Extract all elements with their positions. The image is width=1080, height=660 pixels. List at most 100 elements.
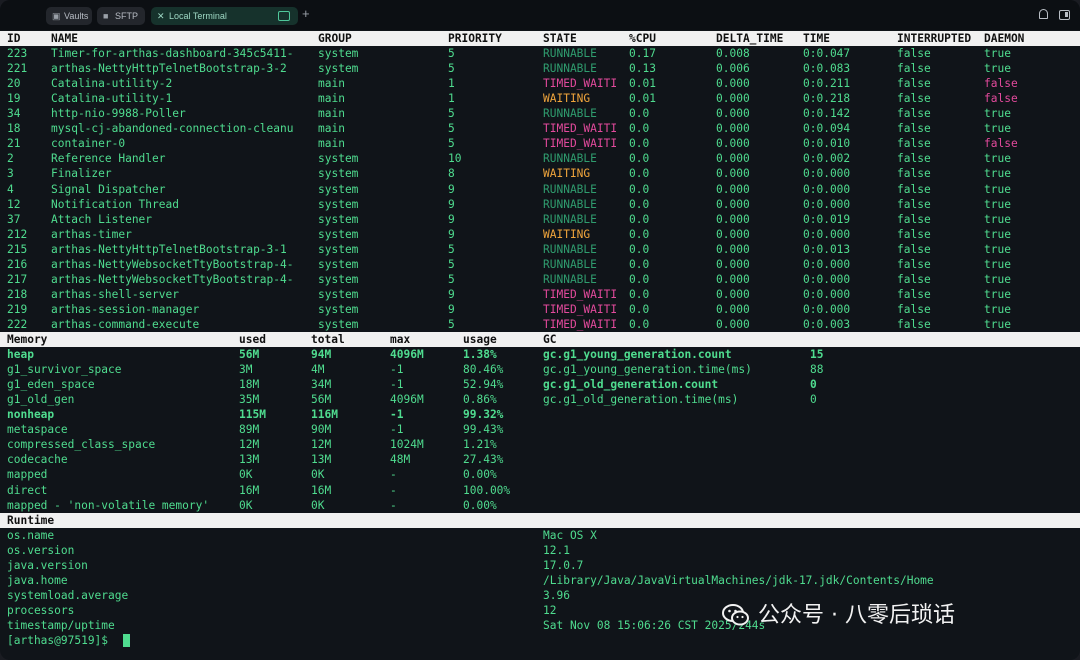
col-group-cell: main <box>318 77 345 91</box>
col-daemon-header: DAEMON <box>984 32 1025 45</box>
col-group-cell: system <box>318 152 359 166</box>
col-priority-cell: 1 <box>448 92 455 106</box>
runtime-row: java.version 17.0.7 <box>0 558 1080 573</box>
col-cpu-cell: 0.0 <box>629 197 650 211</box>
col-priority-cell: 9 <box>448 197 455 211</box>
thread-row: 219 arthas-session-manager system 9 TIMED_WA… <box>0 302 1080 317</box>
gc-metric-name: gc.g1_old_generation.count <box>543 378 719 392</box>
col-id-cell: 34 <box>7 107 21 121</box>
tab-vaults[interactable]: ▣ Vaults <box>46 7 92 25</box>
tab-sftp[interactable]: ■ SFTP <box>97 7 145 25</box>
used-cell: 56M <box>239 348 260 362</box>
tab-label: SFTP <box>115 11 139 21</box>
close-icon[interactable]: ✕ <box>157 7 165 25</box>
col-state-cell: WAITING <box>543 167 591 181</box>
bell-icon[interactable] <box>1039 9 1048 19</box>
col-delta-time-cell: 0.000 <box>716 227 750 241</box>
sidebar-toggle-icon[interactable] <box>1059 10 1070 20</box>
runtime-key: processors <box>7 603 75 617</box>
usage-cell: 1.38% <box>463 348 497 362</box>
col-id-cell: 212 <box>7 227 28 241</box>
col-interrupted-cell: false <box>897 137 931 151</box>
runtime-key: os.name <box>7 528 55 542</box>
col-cpu-cell: 0.0 <box>629 167 650 181</box>
col-interrupted-cell: false <box>897 62 931 76</box>
col-daemon-cell: true <box>984 212 1011 226</box>
memory-row: heap 56M 94M 4096M 1.38% gc.g1_young_generati… <box>0 347 1080 362</box>
col-time-cell: 0:0.000 <box>803 197 851 211</box>
col-daemon-cell: true <box>984 302 1011 316</box>
title-bar: ▣ Vaults ■ SFTP ✕ Local Terminal + <box>0 0 1080 30</box>
col-cpu-cell: 0.0 <box>629 182 650 196</box>
memory-label-cell: compressed_class_space <box>7 438 156 452</box>
new-tab-icon[interactable]: + <box>302 6 310 21</box>
col-time-cell: 0:0.094 <box>803 122 851 136</box>
total-header: total <box>311 333 345 346</box>
col-name-cell: Catalina-utility-1 <box>51 92 173 106</box>
col-daemon-cell: true <box>984 242 1011 256</box>
total-cell: 0K <box>311 468 325 482</box>
col-group-cell: system <box>318 287 359 301</box>
tab-label: Local Terminal <box>169 11 227 21</box>
thread-row: 19 Catalina-utility-1 main 1 WAITING 0.01 0.00… <box>0 91 1080 106</box>
used-cell: 35M <box>239 393 260 407</box>
usage-cell: 99.43% <box>463 423 504 437</box>
used-cell: 18M <box>239 378 260 392</box>
thread-row: 21 container-0 main 5 TIMED_WAITI 0.0 0.000 0:0… <box>0 136 1080 151</box>
memory-row: g1_survivor_space 3M 4M -1 80.46% gc.g1_young… <box>0 362 1080 377</box>
col-group-cell: main <box>318 92 345 106</box>
terminal-output[interactable]: ID NAME GROUP PRIORITY STATE %CPU DELTA_TIME TI… <box>0 30 1080 660</box>
col-interrupted-cell: false <box>897 152 931 166</box>
col-id-cell: 12 <box>7 197 21 211</box>
col-cpu-cell: 0.0 <box>629 287 650 301</box>
runtime-key: os.version <box>7 543 75 557</box>
col-name-cell: Attach Listener <box>51 212 153 226</box>
col-group-cell: system <box>318 257 359 271</box>
wechat-icon <box>722 604 749 626</box>
col-daemon-cell: false <box>984 77 1018 91</box>
col-cpu-cell: 0.0 <box>629 212 650 226</box>
col-state-cell: RUNNABLE <box>543 242 597 256</box>
total-cell: 0K <box>311 498 325 512</box>
col-delta-time-cell: 0.000 <box>716 107 750 121</box>
used-cell: 16M <box>239 483 260 497</box>
watermark-text: 公众号 · 八零后琐话 <box>758 603 955 628</box>
col-id-cell: 217 <box>7 272 28 286</box>
used-cell: 0K <box>239 498 253 512</box>
total-cell: 16M <box>311 483 332 497</box>
thread-row: 222 arthas-command-execute system 5 TIMED_WA… <box>0 317 1080 332</box>
memory-row: g1_eden_space 18M 34M -1 52.94% gc.g1_old_gen… <box>0 377 1080 392</box>
col-group-cell: system <box>318 272 359 286</box>
col-state-cell: RUNNABLE <box>543 62 597 76</box>
col-interrupted-cell: false <box>897 212 931 226</box>
runtime-row: os.version 12.1 <box>0 543 1080 558</box>
memory-row: direct 16M 16M - 100.00% <box>0 483 1080 498</box>
col-delta-time-cell: 0.006 <box>716 62 750 76</box>
prompt-text: [arthas@97519]$ <box>7 634 115 647</box>
terminal-window: ▣ Vaults ■ SFTP ✕ Local Terminal + ID NAM… <box>0 0 1080 660</box>
col-group-cell: system <box>318 227 359 241</box>
col-id-cell: 37 <box>7 212 21 226</box>
col-delta-time-cell: 0.000 <box>716 152 750 166</box>
tab-label: Vaults <box>64 11 89 21</box>
max-cell: 4096M <box>390 393 424 407</box>
usage-cell: 52.94% <box>463 378 504 392</box>
cursor[interactable] <box>123 634 130 647</box>
thread-row: 215 arthas-NettyHttpTelnetBootstrap-3-1 sy… <box>0 242 1080 257</box>
thread-row: 4 Signal Dispatcher system 9 RUNNABLE 0.0 0.00… <box>0 182 1080 197</box>
col-id-cell: 19 <box>7 92 21 106</box>
thread-row: 212 arthas-timer system 9 WAITING 0.0 0.000 0:0… <box>0 227 1080 242</box>
col-priority-cell: 5 <box>448 47 455 61</box>
memory-label-header: Memory <box>7 333 48 346</box>
col-time-cell: 0:0.003 <box>803 317 851 331</box>
thread-row: 217 arthas-NettyWebsocketTtyBootstrap-4- s… <box>0 272 1080 287</box>
col-group-cell: system <box>318 167 359 181</box>
col-time-header: TIME <box>803 32 830 45</box>
col-cpu-cell: 0.01 <box>629 77 656 91</box>
col-priority-cell: 9 <box>448 227 455 241</box>
col-delta-time-header: DELTA_TIME <box>716 32 784 45</box>
col-priority-cell: 9 <box>448 212 455 226</box>
thread-row: 37 Attach Listener system 9 RUNNABLE 0.0 0.000… <box>0 212 1080 227</box>
col-name-cell: arthas-NettyWebsocketTtyBootstrap-4- <box>51 257 294 271</box>
tab-local-terminal[interactable]: ✕ Local Terminal <box>151 7 298 25</box>
